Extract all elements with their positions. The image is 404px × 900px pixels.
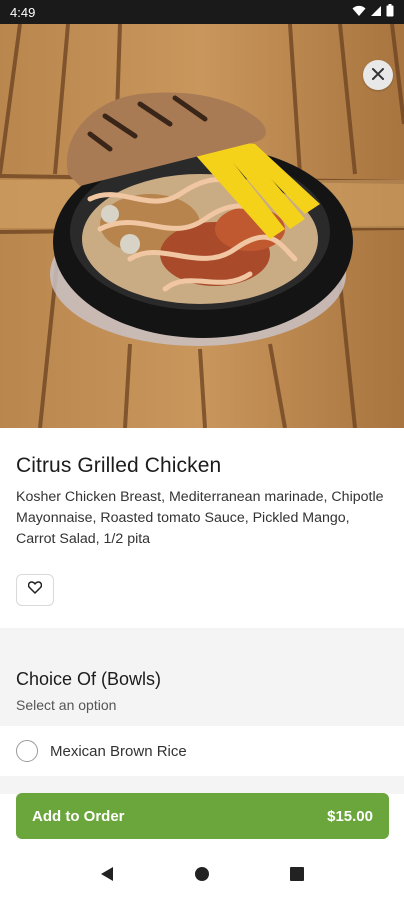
option-mexican-brown-rice[interactable]: Mexican Brown Rice xyxy=(0,726,404,776)
home-button[interactable] xyxy=(184,858,220,894)
status-bar: 4:49 xyxy=(0,0,404,24)
item-description: Kosher Chicken Breast, Mediterranean mar… xyxy=(16,489,384,547)
status-icons xyxy=(352,4,394,20)
item-title: Citrus Grilled Chicken xyxy=(16,454,222,477)
heart-icon xyxy=(27,581,43,599)
back-icon xyxy=(100,866,114,887)
system-nav-bar xyxy=(0,852,404,900)
battery-icon xyxy=(386,4,394,20)
wifi-icon xyxy=(352,5,366,20)
close-button[interactable] xyxy=(363,60,393,90)
item-photo xyxy=(0,24,404,428)
close-icon xyxy=(371,65,385,85)
status-time: 4:49 xyxy=(10,4,36,20)
add-to-order-button[interactable]: Add to Order $15.00 xyxy=(16,793,389,839)
favorite-button[interactable] xyxy=(16,574,54,606)
radio-button[interactable] xyxy=(16,740,38,762)
signal-icon xyxy=(370,5,382,20)
recents-button[interactable] xyxy=(279,858,315,894)
option-label: Mexican Brown Rice xyxy=(50,742,187,760)
home-icon xyxy=(194,866,210,887)
order-price: $15.00 xyxy=(327,807,373,825)
choice-title: Choice Of (Bowls) xyxy=(16,669,162,689)
add-to-order-label: Add to Order xyxy=(32,807,125,825)
recents-icon xyxy=(289,866,304,886)
back-button[interactable] xyxy=(89,858,125,894)
choice-subtitle: Select an option xyxy=(16,697,117,713)
